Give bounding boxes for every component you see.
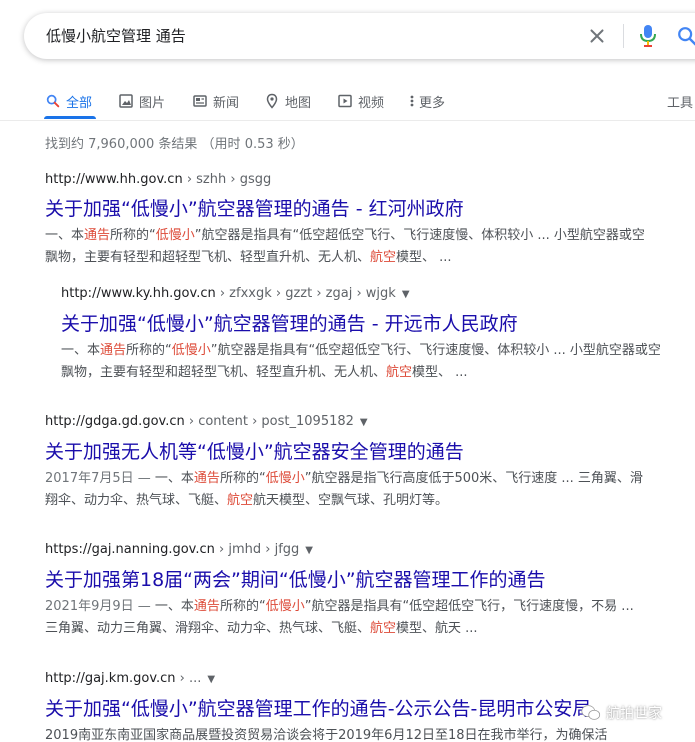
snippet-text: 2019南亚东南亚国家商品展暨投资贸易洽谈会将于2019年6月12日至18日在我… [45,728,608,742]
snippet-text: 所称的“ [219,471,266,486]
watermark-text: 航拍世家 [606,706,662,722]
clear-icon[interactable] [586,25,608,47]
keyword-highlight: 通告 [193,471,220,486]
result-url[interactable]: http://www.hh.gov.cn › szhh › gsgg [45,171,685,189]
search-tabs: 全部 图片 新闻 地图 视频 更多 工具 [0,86,695,120]
keyword-highlight: 航空 [370,621,397,636]
keyword-highlight: 通告 [193,599,220,614]
search-result: http://gdga.gd.gov.cn › content › post_1… [45,413,685,512]
search-input[interactable]: 低慢小航空管理 通告 [46,25,186,46]
result-snippet: 2021年9月9日 — 一、本通告所称的“低慢小”航空器是指具有“低空超低空飞行… [45,596,645,640]
keyword-highlight: 低慢小 [155,228,195,243]
keyword-highlight: 航空 [386,365,413,380]
result-snippet: 2017年7月5日 — 一、本通告所称的“低慢小”航空器是指飞行高度低于500米… [45,468,645,512]
wechat-icon [580,702,602,724]
snippet-text: 模型、航天 ... [396,621,478,636]
snippet-text: 所称的“ [110,228,156,243]
keyword-highlight: 通告 [84,228,111,243]
keyword-highlight: 低慢小 [265,471,305,486]
result-url[interactable]: http://gaj.km.gov.cn › ... ▼ [45,670,685,689]
search-result: https://gaj.nanning.gov.cn › jmhd › jfgg… [45,541,685,640]
snippet-text: 模型、 ... [412,365,468,380]
snippet-text: 一、本 [45,228,85,243]
tabs-divider [0,120,695,121]
microphone-icon[interactable] [638,24,658,48]
search-result: http://www.hh.gov.cn › szhh › gsgg 关于加强“… [45,171,685,269]
tab-label: 更多 [419,95,446,111]
result-date: 2017年7月5日 — [45,471,155,486]
result-url[interactable]: http://gdga.gd.gov.cn › content › post_1… [45,413,685,432]
snippet-text: 一、本 [154,471,194,486]
watermark: 航拍世家 [580,700,662,726]
snippet-text: 一、本 [61,343,101,358]
keyword-highlight: 通告 [100,343,127,358]
search-icon[interactable] [676,25,695,47]
result-title-link[interactable]: 关于加强“低慢小”航空器管理的通告 - 红河州政府 [45,197,685,221]
image-icon [118,93,134,109]
result-date: 2021年9月9日 — [45,599,155,614]
keyword-highlight: 低慢小 [265,599,305,614]
tab-maps[interactable]: 地图 [264,86,311,116]
result-title-link[interactable]: 关于加强无人机等“低慢小”航空器安全管理的通告 [45,440,685,464]
map-pin-icon [264,93,280,109]
result-title-link[interactable]: 关于加强第18届“两会”期间“低慢小”航空器管理工作的通告 [45,568,685,592]
tab-videos[interactable]: 视频 [337,86,384,116]
tab-news[interactable]: 新闻 [192,86,239,116]
chevron-down-icon[interactable]: ▼ [207,674,215,685]
tab-all[interactable]: 全部 [45,86,92,116]
result-url[interactable]: http://www.ky.hh.gov.cn › zfxxgk › gzzt … [61,285,695,304]
tab-images[interactable]: 图片 [118,86,165,116]
video-icon [337,93,353,109]
tab-more[interactable]: 更多 [408,86,445,116]
result-snippet: 一、本通告所称的“低慢小”航空器是指具有“低空超低空飞行、飞行速度慢、体积较小 … [61,340,661,384]
tools-button[interactable]: 工具 [667,86,693,116]
search-divider [623,24,624,48]
news-icon [192,93,208,109]
result-title-link[interactable]: 关于加强“低慢小”航空器管理的通告 - 开远市人民政府 [61,312,695,336]
tab-label: 视频 [358,95,385,111]
snippet-text: 航天模型、空飘气球、孔明灯等。 [253,493,449,508]
search-icon [45,93,61,109]
more-vert-icon [408,93,416,109]
snippet-text: 模型、 ... [396,250,452,265]
tab-label: 全部 [66,95,93,111]
result-stats: 找到约 7,960,000 条结果 （用时 0.53 秒） [45,137,304,152]
tab-label: 新闻 [213,95,240,111]
result-url[interactable]: https://gaj.nanning.gov.cn › jmhd › jfgg… [45,541,685,560]
tab-label: 地图 [285,95,312,111]
snippet-text: 所称的“ [126,343,172,358]
keyword-highlight: 低慢小 [171,343,211,358]
search-result: http://www.ky.hh.gov.cn › zfxxgk › gzzt … [61,285,695,384]
keyword-highlight: 航空 [370,250,397,265]
chevron-down-icon[interactable]: ▼ [305,545,313,556]
result-snippet: 一、本通告所称的“低慢小”航空器是指具有“低空超低空飞行、飞行速度慢、体积较小 … [45,225,645,269]
result-snippet: 2019南亚东南亚国家商品展暨投资贸易洽谈会将于2019年6月12日至18日在我… [45,725,645,742]
chevron-down-icon[interactable]: ▼ [360,417,368,428]
search-box[interactable]: 低慢小航空管理 通告 [24,13,695,59]
active-tab-indicator [44,116,96,119]
tab-label: 图片 [139,95,166,111]
chevron-down-icon[interactable]: ▼ [402,289,410,300]
snippet-text: 一、本 [154,599,194,614]
keyword-highlight: 航空 [227,493,254,508]
snippet-text: 所称的“ [219,599,266,614]
